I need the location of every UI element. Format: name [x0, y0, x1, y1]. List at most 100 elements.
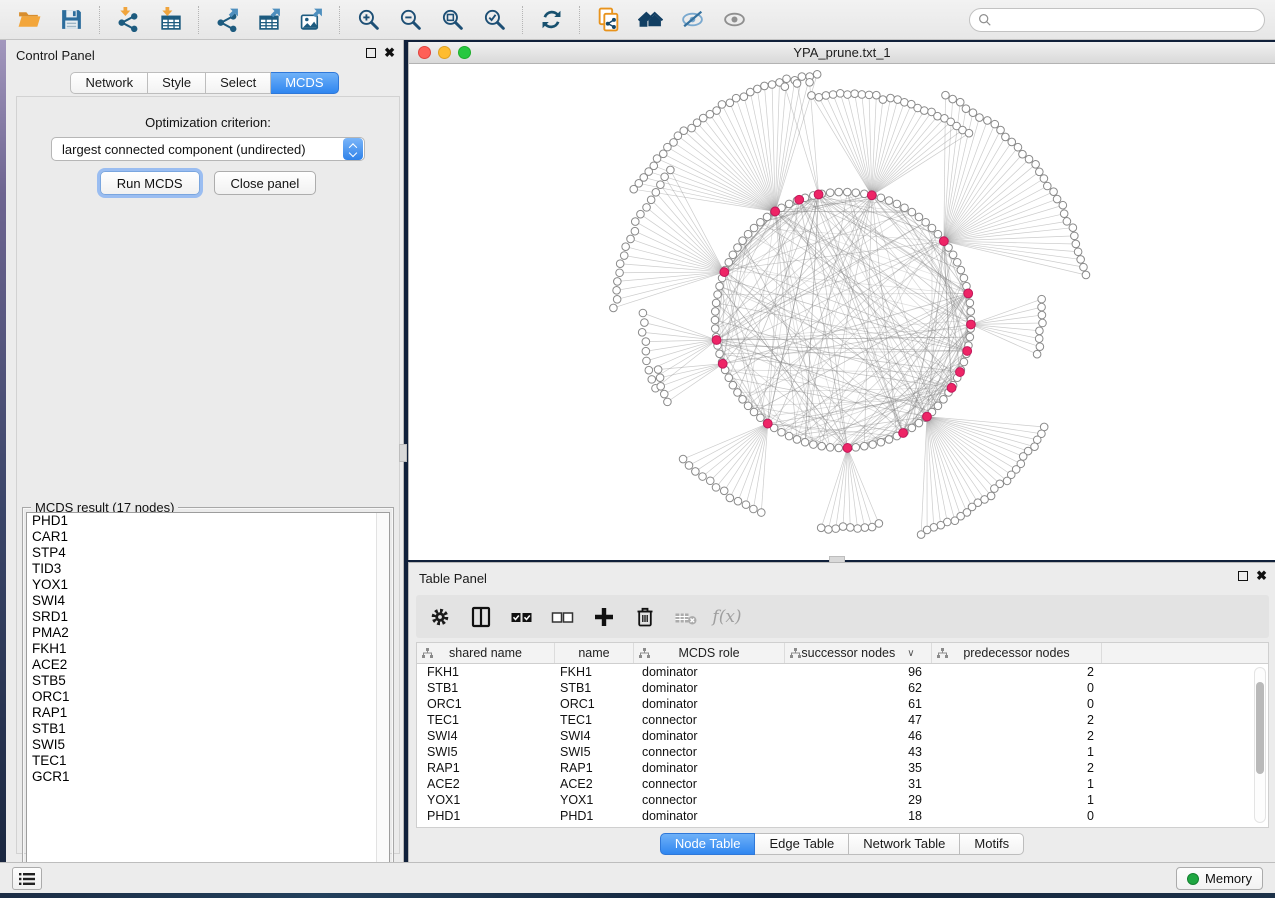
- network-window: YPA_prune.txt_1: [408, 42, 1275, 560]
- select-all-icon[interactable]: [510, 605, 534, 629]
- mcds-result-item[interactable]: CAR1: [27, 529, 389, 545]
- zoom-out-icon[interactable]: [395, 5, 425, 35]
- mcds-result-item[interactable]: RAP1: [27, 705, 389, 721]
- table-cell: ORC1: [417, 697, 555, 711]
- column-header-predecessor-nodes[interactable]: predecessor nodes: [932, 643, 1102, 663]
- table-row[interactable]: SWI4SWI4dominator462: [417, 728, 1268, 744]
- table-tab-network-table[interactable]: Network Table: [849, 833, 960, 855]
- hide-selected-icon[interactable]: [677, 5, 707, 35]
- table-row[interactable]: PHD1PHD1dominator180: [417, 808, 1268, 824]
- tab-select[interactable]: Select: [206, 72, 271, 94]
- first-neighbors-icon[interactable]: [635, 5, 665, 35]
- float-table-panel-icon[interactable]: [1238, 571, 1248, 581]
- tab-mcds[interactable]: MCDS: [271, 72, 338, 94]
- export-network-icon[interactable]: [212, 5, 242, 35]
- mcds-result-item[interactable]: SWI4: [27, 593, 389, 609]
- tab-network[interactable]: Network: [70, 72, 148, 94]
- column-header-successor-nodes[interactable]: successor nodes∨: [785, 643, 932, 663]
- table-row[interactable]: ORC1ORC1dominator610: [417, 696, 1268, 712]
- mcds-result-item[interactable]: ORC1: [27, 689, 389, 705]
- list-scrollbar[interactable]: [376, 513, 389, 875]
- column-header-name[interactable]: name: [555, 643, 634, 663]
- float-panel-icon[interactable]: [366, 48, 376, 58]
- mcds-result-item[interactable]: ACE2: [27, 657, 389, 673]
- memory-status-icon: [1187, 873, 1199, 885]
- function-builder-icon[interactable]: f(x): [715, 605, 739, 629]
- table-cell: 31: [785, 777, 932, 791]
- table-row[interactable]: YOX1YOX1connector291: [417, 792, 1268, 808]
- table-row[interactable]: FKH1FKH1dominator962: [417, 664, 1268, 680]
- mcds-result-item[interactable]: TID3: [27, 561, 389, 577]
- optimization-criterion-select[interactable]: largest connected component (undirected): [51, 137, 365, 161]
- table-cell: 18: [785, 809, 932, 823]
- sitemap-icon: [639, 648, 650, 659]
- vertical-splitter-grip[interactable]: [399, 444, 407, 462]
- mcds-result-list[interactable]: PHD1CAR1STP4TID3YOX1SWI4SRD1PMA2FKH1ACE2…: [26, 512, 390, 876]
- table-row[interactable]: TEC1TEC1connector472: [417, 712, 1268, 728]
- network-window-titlebar[interactable]: YPA_prune.txt_1: [409, 42, 1275, 64]
- mcds-result-item[interactable]: SRD1: [27, 609, 389, 625]
- table-cell: ORC1: [555, 697, 634, 711]
- add-column-icon[interactable]: [592, 605, 616, 629]
- duplicate-network-icon[interactable]: [593, 5, 623, 35]
- table-tab-edge-table[interactable]: Edge Table: [755, 833, 849, 855]
- delete-column-icon[interactable]: [633, 605, 657, 629]
- mcds-result-item[interactable]: PHD1: [27, 513, 389, 529]
- export-image-icon[interactable]: [296, 5, 326, 35]
- task-history-button[interactable]: [12, 867, 42, 890]
- import-table-icon[interactable]: [155, 5, 185, 35]
- cytoscape-app: Control Panel ✖ NetworkStyleSelectMCDS O…: [0, 0, 1275, 898]
- table-panel-title: Table Panel: [419, 571, 487, 586]
- delete-table-icon[interactable]: [674, 605, 698, 629]
- mcds-result-item[interactable]: STP4: [27, 545, 389, 561]
- table-row[interactable]: ACE2ACE2connector311: [417, 776, 1268, 792]
- mcds-result-item[interactable]: FKH1: [27, 641, 389, 657]
- table-cell: SWI5: [555, 745, 634, 759]
- mcds-result-item[interactable]: STB1: [27, 721, 389, 737]
- table-tab-node-table[interactable]: Node Table: [660, 833, 756, 855]
- zoom-selected-icon[interactable]: [479, 5, 509, 35]
- save-session-icon[interactable]: [56, 5, 86, 35]
- memory-button[interactable]: Memory: [1176, 867, 1263, 890]
- table-tab-motifs[interactable]: Motifs: [960, 833, 1024, 855]
- column-header-shared-name[interactable]: shared name: [417, 643, 555, 663]
- column-header-label: predecessor nodes: [963, 646, 1069, 660]
- mcds-result-item[interactable]: YOX1: [27, 577, 389, 593]
- open-session-icon[interactable]: [14, 5, 44, 35]
- network-window-title: YPA_prune.txt_1: [409, 45, 1275, 60]
- control-panel-tabs: NetworkStyleSelectMCDS: [6, 72, 403, 94]
- table-cell: 61: [785, 697, 932, 711]
- import-network-icon[interactable]: [113, 5, 143, 35]
- column-header-MCDS-role[interactable]: MCDS role: [634, 643, 785, 663]
- search-input[interactable]: [969, 8, 1265, 32]
- split-view-icon[interactable]: [469, 605, 493, 629]
- zoom-fit-icon[interactable]: [437, 5, 467, 35]
- table-scrollbar[interactable]: [1254, 667, 1266, 823]
- column-header-label: shared name: [449, 646, 522, 660]
- show-all-icon[interactable]: [719, 5, 749, 35]
- mcds-result-item[interactable]: SWI5: [27, 737, 389, 753]
- settings-icon[interactable]: [428, 605, 452, 629]
- close-panel-button[interactable]: Close panel: [214, 171, 317, 195]
- export-table-icon[interactable]: [254, 5, 284, 35]
- network-canvas[interactable]: [409, 64, 1275, 560]
- table-row[interactable]: RAP1RAP1dominator352: [417, 760, 1268, 776]
- table-row[interactable]: STB1STB1dominator620: [417, 680, 1268, 696]
- mcds-result-item[interactable]: TEC1: [27, 753, 389, 769]
- table-cell: 1: [932, 777, 1102, 791]
- mcds-result-item[interactable]: GCR1: [27, 769, 389, 785]
- table-scrollbar-thumb[interactable]: [1256, 682, 1264, 774]
- column-header-label: successor nodes: [801, 646, 895, 660]
- refresh-layout-icon[interactable]: [536, 5, 566, 35]
- table-cell: SWI5: [417, 745, 555, 759]
- table-cell: STB1: [417, 681, 555, 695]
- close-panel-icon[interactable]: ✖: [384, 48, 395, 58]
- tab-style[interactable]: Style: [148, 72, 206, 94]
- zoom-in-icon[interactable]: [353, 5, 383, 35]
- close-table-panel-icon[interactable]: ✖: [1256, 571, 1267, 581]
- run-mcds-button[interactable]: Run MCDS: [100, 171, 200, 195]
- mcds-result-item[interactable]: PMA2: [27, 625, 389, 641]
- table-row[interactable]: SWI5SWI5connector431: [417, 744, 1268, 760]
- mcds-result-item[interactable]: STB5: [27, 673, 389, 689]
- deselect-all-icon[interactable]: [551, 605, 575, 629]
